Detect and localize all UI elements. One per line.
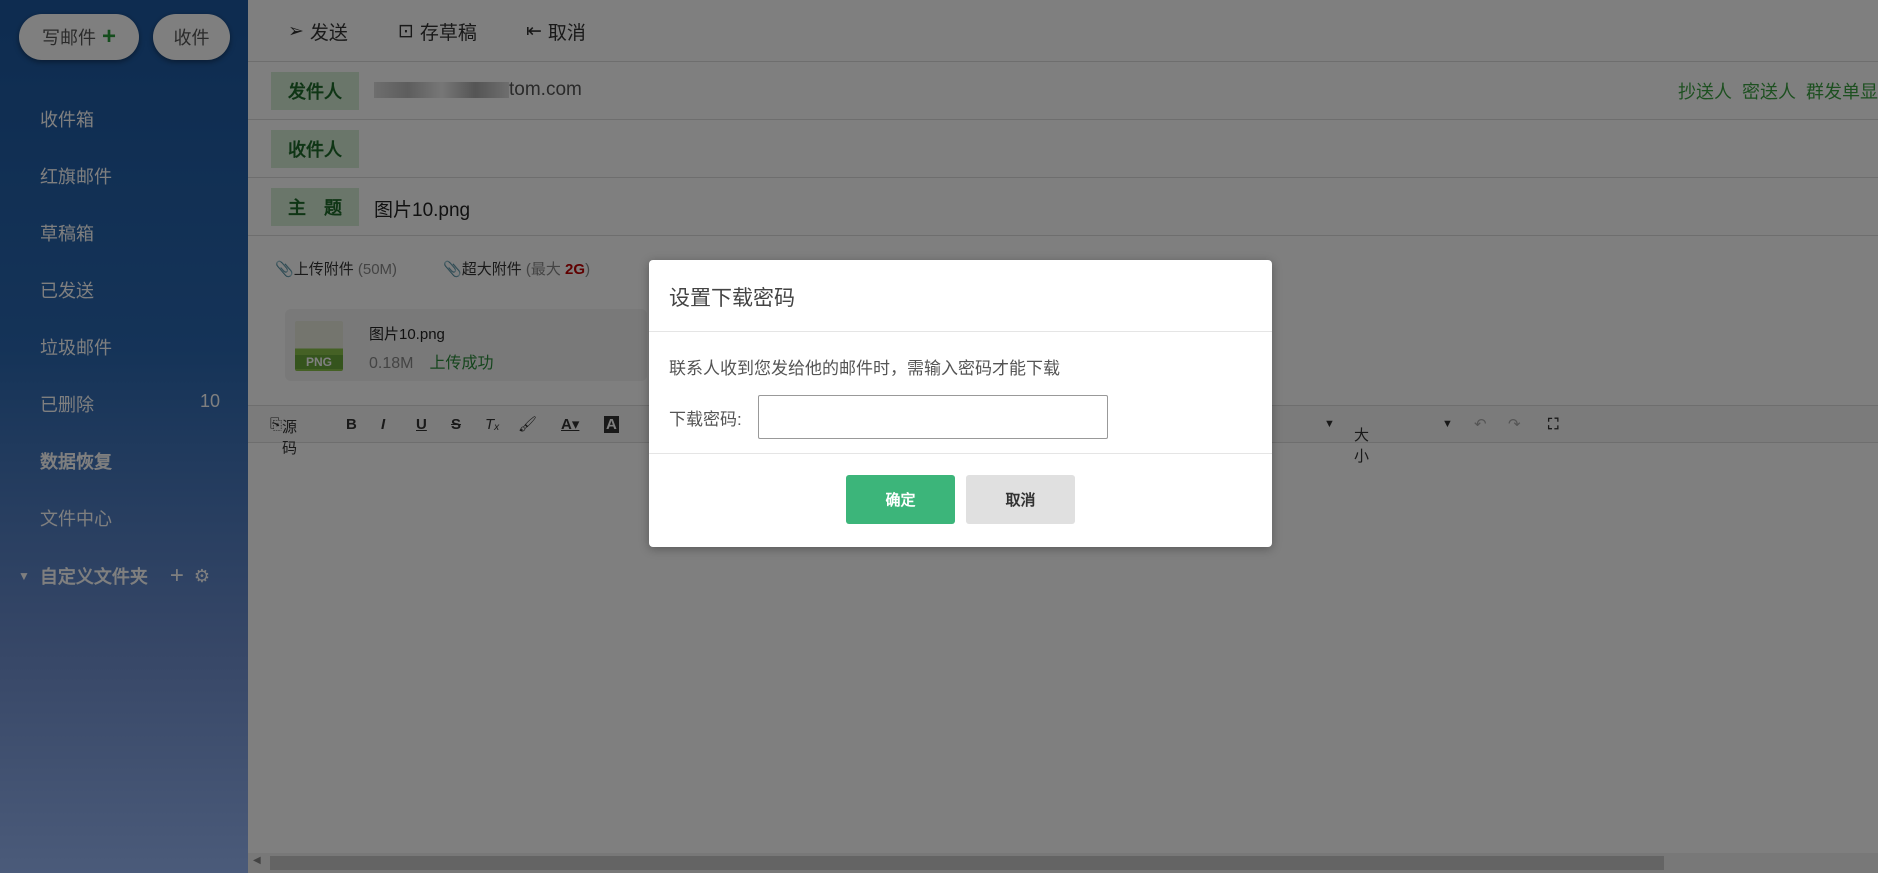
download-password-dialog: 设置下载密码 联系人收到您发给他的邮件时，需输入密码才能下载 下载密码: 确定 … xyxy=(649,260,1272,547)
dialog-title: 设置下载密码 xyxy=(649,260,1272,332)
confirm-button[interactable]: 确定 xyxy=(846,475,955,524)
dialog-message: 联系人收到您发给他的邮件时，需输入密码才能下载 xyxy=(669,359,1060,378)
cancel-dialog-button[interactable]: 取消 xyxy=(966,475,1075,524)
password-input[interactable] xyxy=(757,395,1108,439)
password-label: 下载密码: xyxy=(669,409,742,429)
